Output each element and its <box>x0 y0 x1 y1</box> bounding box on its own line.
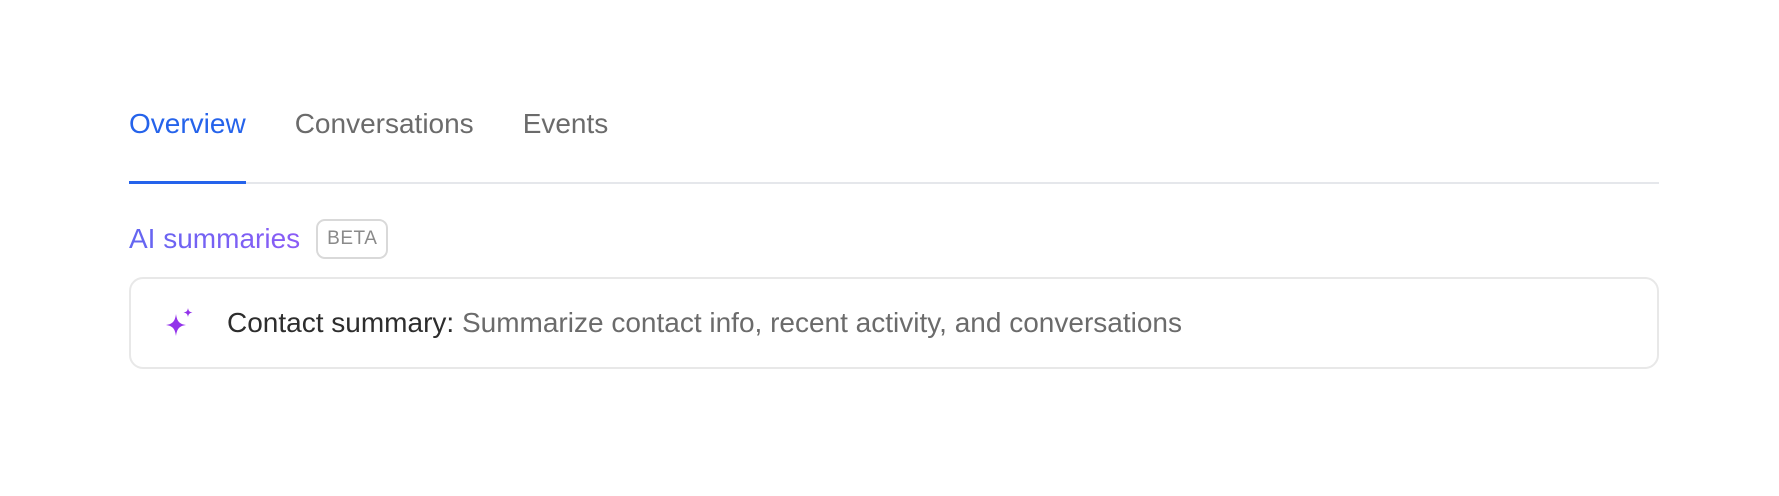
tab-overview[interactable]: Overview <box>129 106 246 184</box>
beta-badge: BETA <box>316 219 389 259</box>
ai-summaries-title: AI summaries <box>129 221 300 257</box>
contact-summary-text: Contact summary: Summarize contact info,… <box>227 305 1182 341</box>
ai-summaries-header: AI summaries BETA <box>129 217 389 261</box>
sparkle-icon <box>163 306 197 340</box>
tab-bar-divider <box>129 182 1659 184</box>
contact-summary-card[interactable]: Contact summary: Summarize contact info,… <box>129 277 1659 369</box>
contact-summary-description: Summarize contact info, recent activity,… <box>461 307 1182 338</box>
tab-bar: Overview Conversations Events <box>129 106 1659 184</box>
tab-events[interactable]: Events <box>523 106 609 142</box>
tab-conversations[interactable]: Conversations <box>295 106 474 142</box>
contact-summary-label: Contact summary: <box>227 307 462 338</box>
